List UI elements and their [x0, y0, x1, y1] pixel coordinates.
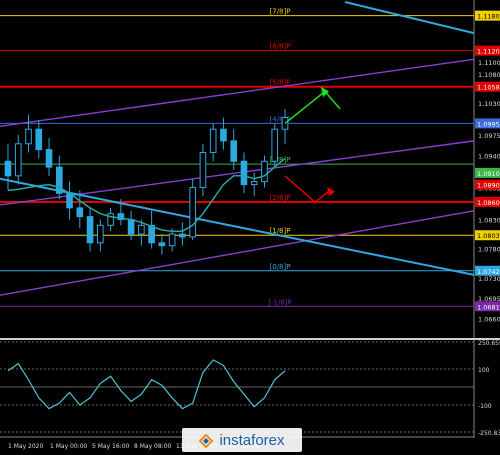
price-tag-label: 1.1058: [477, 84, 500, 92]
candle-body: [250, 181, 258, 186]
murray-level-label: [6/8]P: [270, 43, 291, 51]
price-axis-label: 1.1100: [478, 59, 500, 67]
logo-text: instaforex: [219, 431, 285, 449]
price-axis-label: 1.0730: [478, 275, 500, 283]
price-tag-label: 1.0995: [477, 120, 500, 128]
murray-level-label: [-1/8]P: [268, 298, 291, 306]
candle-body: [271, 128, 279, 162]
price-axis-label: 1.0780: [478, 246, 500, 254]
price-axis-label: 1.0975: [478, 132, 500, 140]
candle-body: [261, 160, 268, 183]
candle-body: [35, 128, 43, 151]
candle-body: [14, 143, 22, 177]
candle-body: [220, 128, 227, 142]
candle-body: [209, 128, 217, 154]
price-tag-label: 1.0860: [477, 199, 500, 207]
candle-body: [199, 152, 207, 188]
candle-body: [97, 224, 104, 244]
price-axis-label: 1.0940: [478, 152, 500, 160]
candle-body: [138, 224, 145, 235]
cci-axis-label: 250.6596: [478, 340, 500, 347]
murray-level-label: [2/8]P: [270, 194, 291, 202]
candle-body: [45, 149, 53, 168]
time-axis-label: 1 May 00:00: [50, 443, 88, 450]
candle-body: [189, 186, 196, 238]
forex-chart-canvas: [7/8]P[6/8]P[5/8]P[4/8]P[3/8]P[2/8]P[1/8…: [0, 0, 500, 455]
price-axis-label: 1.1030: [478, 100, 500, 108]
time-axis-label: 5 May 16:00: [92, 443, 130, 450]
candle-body: [76, 207, 84, 218]
cci-axis-label: 100: [478, 367, 490, 374]
time-axis-label: 1 May 2020: [8, 443, 43, 450]
candle-body: [4, 160, 12, 177]
price-axis-label: 1.0830: [478, 217, 500, 225]
cci-axis-label: -250.834: [478, 430, 500, 437]
instaforex-logo: instaforex: [182, 428, 302, 452]
murray-level-label: [0/8]P: [270, 263, 291, 271]
candle-body: [127, 219, 135, 235]
price-tag-label: 1.1180: [477, 13, 500, 21]
candle-body: [86, 216, 94, 244]
candle-body: [25, 128, 32, 145]
candle-body: [158, 242, 166, 247]
price-axis-label: 1.0660: [478, 316, 500, 324]
candle-body: [179, 233, 186, 238]
price-tag-label: 1.0742: [477, 268, 500, 276]
logo-icon: [199, 433, 214, 449]
price-tag-label: 1.0681: [477, 303, 500, 311]
price-tag-label: 1.1120: [477, 48, 500, 56]
price-axis-label: 1.1080: [478, 71, 500, 79]
price-tag-label: 1.0890: [477, 182, 500, 190]
price-tag-label: 1.0910: [477, 170, 500, 178]
price-tag-label: 1.0803: [477, 232, 500, 240]
cci-axis-label: -100: [478, 403, 492, 410]
time-axis-label: 8 May 08:00: [134, 443, 172, 450]
candle-body: [240, 160, 248, 186]
candle-body: [168, 233, 176, 247]
candle-body: [230, 140, 238, 162]
murray-level-label: [7/8]P: [270, 8, 291, 16]
